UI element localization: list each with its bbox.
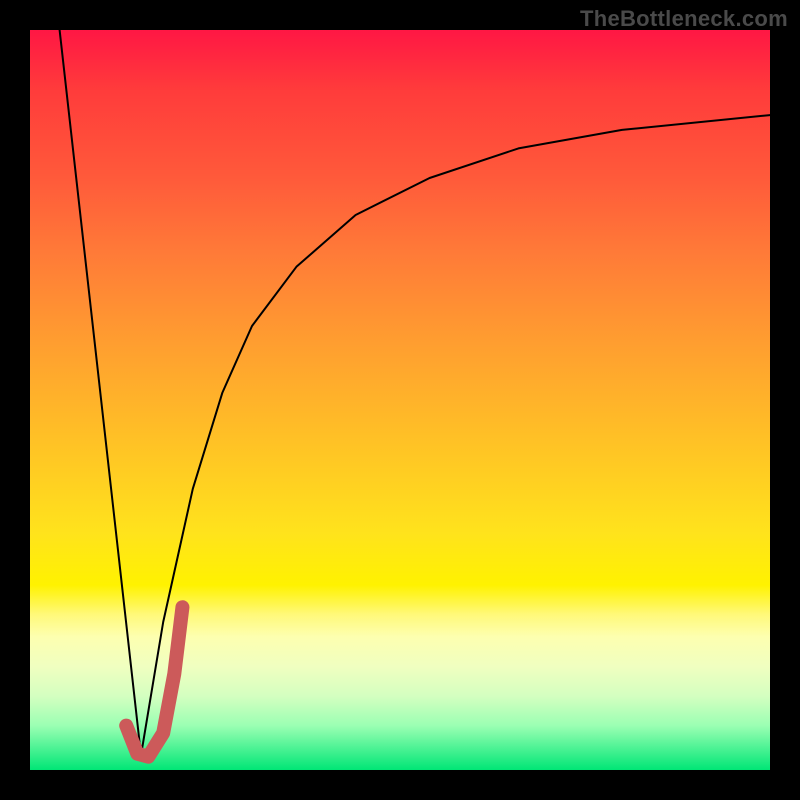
plot-area [30, 30, 770, 770]
series-marker-j [126, 607, 182, 756]
chart-frame: TheBottleneck.com [0, 0, 800, 800]
series-left-falling-line [60, 30, 141, 755]
series-group [60, 30, 770, 757]
series-rising-curve [141, 115, 770, 755]
watermark-text: TheBottleneck.com [580, 6, 788, 32]
chart-svg [30, 30, 770, 770]
